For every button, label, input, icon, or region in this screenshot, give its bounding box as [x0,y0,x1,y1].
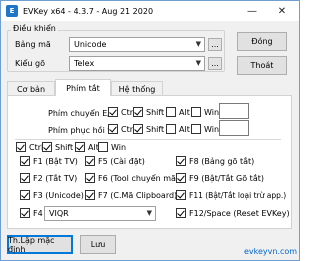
checkbox-label: F2 (Tắt TV) [33,173,78,183]
kieu-go-value: Telex [74,59,95,68]
window-title: EVKey x64 - 4.3.7 - Aug 21 2020 [23,6,154,16]
f12-checkbox[interactable]: F12/Space (Reset EVKey) [176,208,290,218]
evkey-window: E EVKey x64 - 4.3.7 - Aug 21 2020 — ✕ Đi… [0,0,300,261]
checkbox-label: Win [111,142,127,152]
f5-checkbox[interactable]: F5 (Cài đặt) [85,156,145,166]
restore-key-input[interactable] [219,120,249,136]
f4-checkbox[interactable]: F4 [20,208,43,218]
switch-alt-checkbox[interactable]: Alt [166,107,190,117]
checkbox-label: F1 (Bật TV) [33,156,78,166]
checkbox-label: Alt [179,124,190,134]
checkbox-label: Win [204,124,220,134]
checkbox-box [176,190,186,200]
checkbox-label: F6 (Tool chuyển mã) [98,173,180,183]
checkbox-box [85,173,95,183]
chevron-down-icon: ▼ [146,209,152,217]
checkbox-box [133,107,143,117]
switch-shift-checkbox[interactable]: Shift [133,107,164,117]
restore-ctrl-checkbox[interactable]: Ctrl [108,124,135,134]
title-bar: E EVKey x64 - 4.3.7 - Aug 21 2020 — ✕ [1,1,299,21]
checkbox-box [176,208,186,218]
checkbox-box [166,124,176,134]
kieu-go-select[interactable]: Telex ▼ [69,56,205,71]
global-alt-checkbox[interactable]: Alt [75,142,99,152]
checkbox-box [108,124,118,134]
checkbox-box [98,142,108,152]
f8-checkbox[interactable]: F8 (Bảng gõ tắt) [176,156,254,166]
checkbox-label: F9 (Bật/Tắt Gõ tắt) [189,173,264,183]
checkbox-box [20,208,30,218]
checkbox-label: F5 (Cài đặt) [98,156,145,166]
restore-defaults-button[interactable]: Th.Lập mặc định [7,235,73,254]
switch-key-input[interactable] [219,103,249,119]
checkbox-box [166,107,176,117]
checkbox-label: Alt [179,107,190,117]
checkbox-box [108,107,118,117]
thoat-button[interactable]: Thoát [237,56,287,75]
checkbox-box [85,190,95,200]
control-group-title: Điều khiển [11,24,58,33]
checkbox-box [20,190,30,200]
save-button[interactable]: Lưu [80,235,116,254]
f3-checkbox[interactable]: F3 (Unicode) [20,190,84,200]
switch-win-checkbox[interactable]: Win [191,107,219,117]
checkbox-label: F3 (Unicode) [33,190,84,200]
checkbox-label: F11 (Bật/Tắt loại trừ app.) [189,190,287,200]
kieu-go-label: Kiểu gõ [15,59,45,68]
bang-ma-label: Bảng mã [15,40,51,49]
tab-co-ban[interactable]: Cơ bản [7,81,55,96]
global-shift-checkbox[interactable]: Shift [42,142,73,152]
checkbox-box [176,173,186,183]
checkbox-label: Shift [146,107,165,117]
restore-alt-checkbox[interactable]: Alt [166,124,190,134]
checkbox-label: Shift [146,124,165,134]
checkbox-label: Shift [55,142,74,152]
checkbox-label: F4 [33,208,43,218]
checkbox-box [133,124,143,134]
f11-checkbox[interactable]: F11 (Bật/Tắt loại trừ app.) [176,190,286,200]
bang-ma-value: Unicode [74,40,107,49]
chevron-down-icon: ▼ [195,40,201,48]
f4-charset-select[interactable]: VIQR ▼ [44,206,156,221]
website-link[interactable]: evkeyvn.com [244,247,297,256]
checkbox-box [20,173,30,183]
checkbox-box [42,142,52,152]
bang-ma-more-button[interactable]: ... [208,38,222,51]
checkbox-box [75,142,85,152]
switch-ctrl-checkbox[interactable]: Ctrl [108,107,135,117]
switch-key-label: Phím chuyển E/V [48,109,116,118]
checkbox-label: F12/Space (Reset EVKey) [189,208,290,218]
global-ctrl-checkbox[interactable]: Ctrl [16,142,43,152]
checkbox-label: Win [204,107,220,117]
checkbox-box [20,156,30,166]
f6-checkbox[interactable]: F6 (Tool chuyển mã) [85,173,179,183]
dong-button[interactable]: Đóng [237,32,287,51]
tab-phim-tat[interactable]: Phím tắt [55,79,111,96]
divider [15,139,281,140]
restore-win-checkbox[interactable]: Win [191,124,219,134]
bang-ma-select[interactable]: Unicode ▼ [69,37,205,52]
checkbox-label: F7 (C.Mã Clipboard) [98,190,178,200]
close-button[interactable]: ✕ [267,1,297,21]
checkbox-box [191,107,201,117]
f7-checkbox[interactable]: F7 (C.Mã Clipboard) [85,190,177,200]
checkbox-box [85,156,95,166]
minimize-button[interactable]: — [237,1,267,21]
f1-checkbox[interactable]: F1 (Bật TV) [20,156,78,166]
checkbox-label: F8 (Bảng gõ tắt) [189,156,255,166]
chevron-down-icon: ▼ [195,59,201,67]
kieu-go-more-button[interactable]: ... [208,57,222,70]
global-win-checkbox[interactable]: Win [98,142,126,152]
checkbox-box [191,124,201,134]
checkbox-box [176,156,186,166]
restore-key-label: Phím phục hồi từ [48,126,116,135]
tab-he-thong[interactable]: Hệ thống [111,81,163,96]
f2-checkbox[interactable]: F2 (Tắt TV) [20,173,77,183]
checkbox-box [16,142,26,152]
app-icon: E [6,5,18,17]
restore-shift-checkbox[interactable]: Shift [133,124,164,134]
f4-select-value: VIQR [49,209,69,218]
f9-checkbox[interactable]: F9 (Bật/Tắt Gõ tắt) [176,173,264,183]
